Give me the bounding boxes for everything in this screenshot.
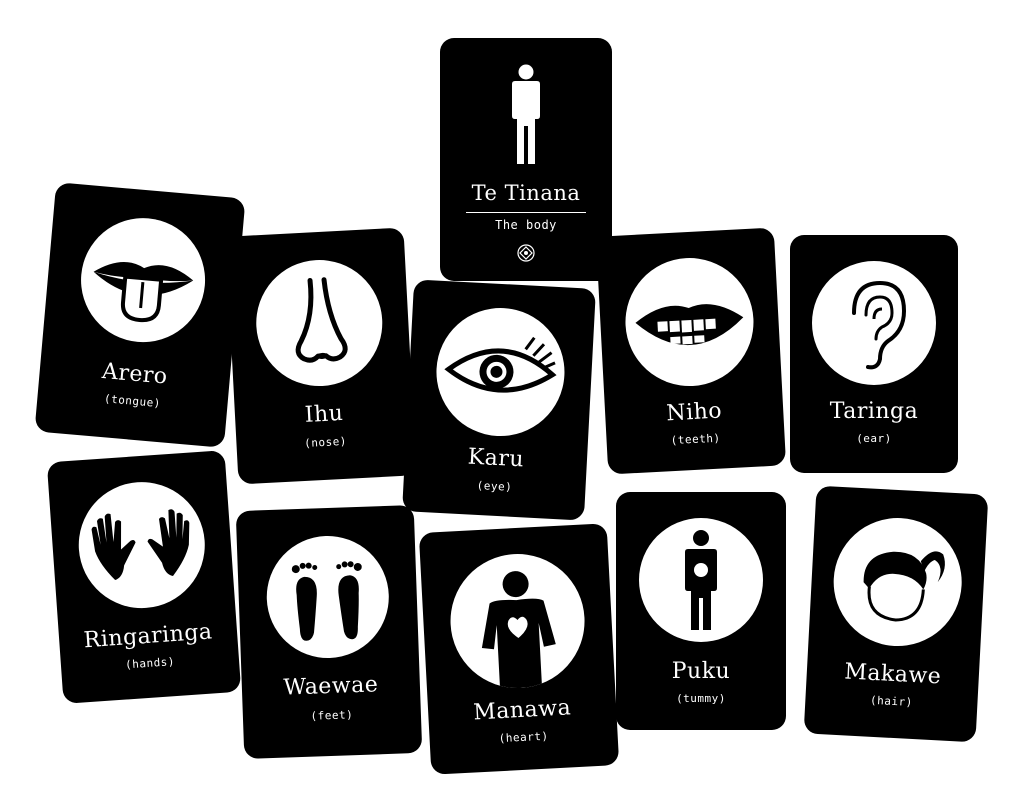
hands-icon — [74, 477, 210, 613]
tummy-icon — [639, 518, 763, 642]
card-name: Ringaringa — [82, 619, 214, 654]
card-puku: Puku (tummy) — [616, 492, 786, 730]
card-name: Makawe — [843, 659, 942, 690]
card-name: Ihu — [304, 400, 344, 428]
eye-icon — [433, 304, 568, 440]
card-makawe: Makawe (hair) — [803, 485, 989, 743]
card-arero: Arero (tongue) — [34, 182, 246, 448]
heart-icon — [447, 550, 588, 692]
card-ihu: Ihu (nose) — [225, 227, 417, 485]
card-translation: (tummy) — [676, 692, 726, 705]
card-translation: (teeth) — [670, 431, 721, 448]
card-translation: (heart) — [498, 729, 549, 746]
hair-icon — [830, 514, 965, 650]
card-name: Puku — [671, 659, 731, 684]
logo-icon — [517, 244, 535, 262]
tongue-icon — [75, 212, 211, 348]
card-name: Waewae — [283, 672, 379, 701]
card-translation: (eye) — [476, 478, 513, 494]
teeth-icon — [622, 254, 757, 390]
card-ringaringa: Ringaringa (hands) — [46, 450, 242, 704]
nose-icon — [253, 256, 386, 390]
card-taringa: Taringa (ear) — [790, 235, 958, 473]
card-karu: Karu (eye) — [402, 279, 596, 521]
card-name: Manawa — [472, 695, 572, 726]
card-name: Karu — [467, 444, 525, 473]
ear-icon — [812, 261, 936, 385]
card-translation: (feet) — [310, 708, 354, 723]
card-manawa: Manawa (heart) — [418, 523, 620, 775]
card-name: Niho — [665, 398, 723, 427]
feet-icon — [264, 533, 391, 661]
card-title-translation: The body — [495, 218, 557, 232]
person-icon — [512, 64, 540, 164]
card-translation: (ear) — [856, 432, 892, 445]
card-te-tinana: Te Tinana The body — [440, 38, 612, 281]
card-title-name: Te Tinana — [471, 181, 581, 205]
card-translation: (hands) — [124, 655, 176, 672]
card-translation: (hair) — [869, 693, 914, 709]
divider — [466, 212, 586, 213]
card-niho: Niho (teeth) — [595, 227, 787, 475]
card-name: Taringa — [829, 399, 919, 424]
card-waewae: Waewae (feet) — [235, 504, 423, 760]
card-translation: (nose) — [303, 434, 348, 450]
